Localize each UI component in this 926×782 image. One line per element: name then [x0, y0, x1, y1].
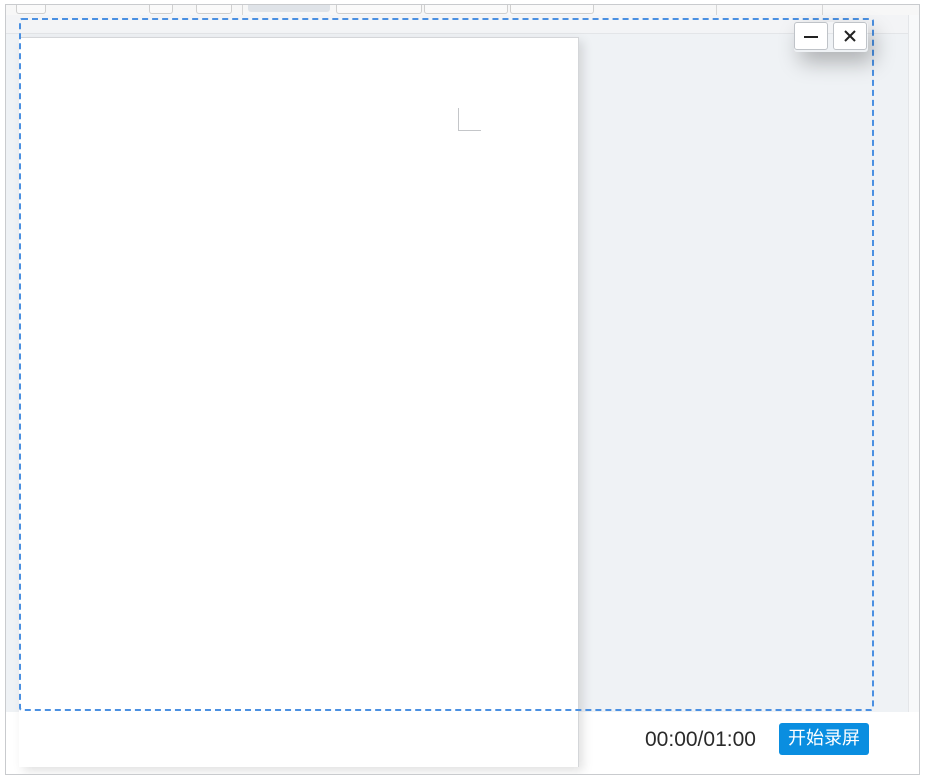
toolbar-button[interactable] — [510, 5, 594, 14]
toolbar-button[interactable] — [149, 5, 173, 14]
app-window — [5, 4, 920, 775]
toolbar-divider — [822, 5, 823, 15]
toolbar-button[interactable] — [196, 5, 232, 14]
toolbar-divider — [716, 5, 717, 15]
recorder-window-controls — [794, 22, 868, 52]
start-recording-button[interactable]: 开始录屏 — [779, 723, 869, 755]
document-page[interactable] — [19, 37, 579, 767]
right-scroll-edge[interactable] — [908, 15, 919, 774]
minimize-button[interactable] — [794, 22, 828, 50]
margin-corner-icon — [458, 108, 481, 131]
toolbar-button[interactable] — [336, 5, 422, 14]
toolbar-divider — [242, 5, 243, 15]
ruler-strip — [6, 15, 919, 34]
close-icon — [834, 23, 866, 49]
close-button[interactable] — [833, 22, 867, 50]
minimize-icon — [804, 36, 818, 38]
toolbar-button[interactable] — [424, 5, 508, 14]
toolbar-tab[interactable] — [248, 5, 330, 12]
recording-timer: 00:00/01:00 — [645, 728, 756, 751]
toolbar-button[interactable] — [16, 5, 46, 14]
